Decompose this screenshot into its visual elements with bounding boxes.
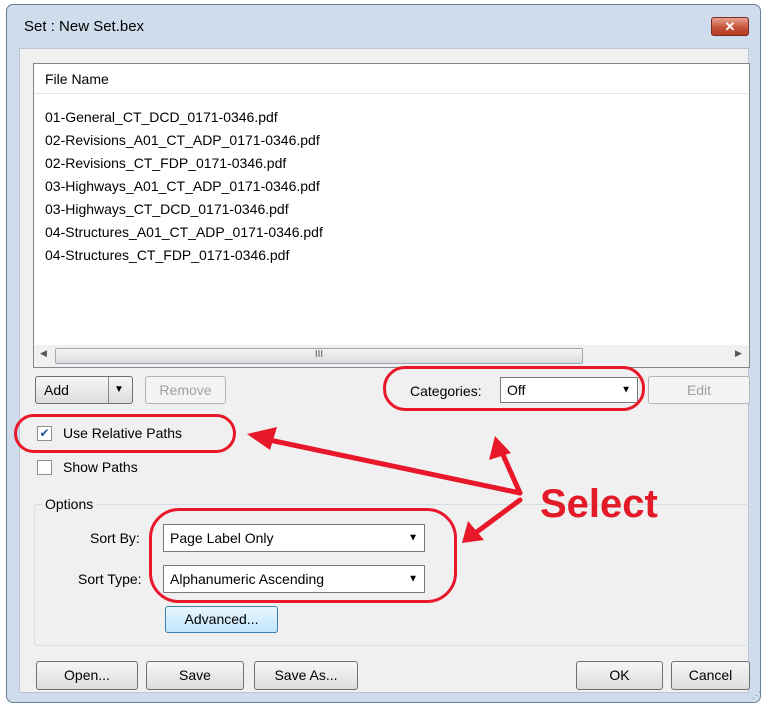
arrowhead-relative-paths: [247, 427, 277, 450]
arrow-to-relative-paths: [257, 435, 523, 496]
annotation-arrows: [247, 427, 523, 543]
arrow-to-sort-options: [467, 497, 523, 540]
select-annotation-label: Select: [540, 482, 658, 526]
arrowhead-categories: [489, 436, 511, 460]
